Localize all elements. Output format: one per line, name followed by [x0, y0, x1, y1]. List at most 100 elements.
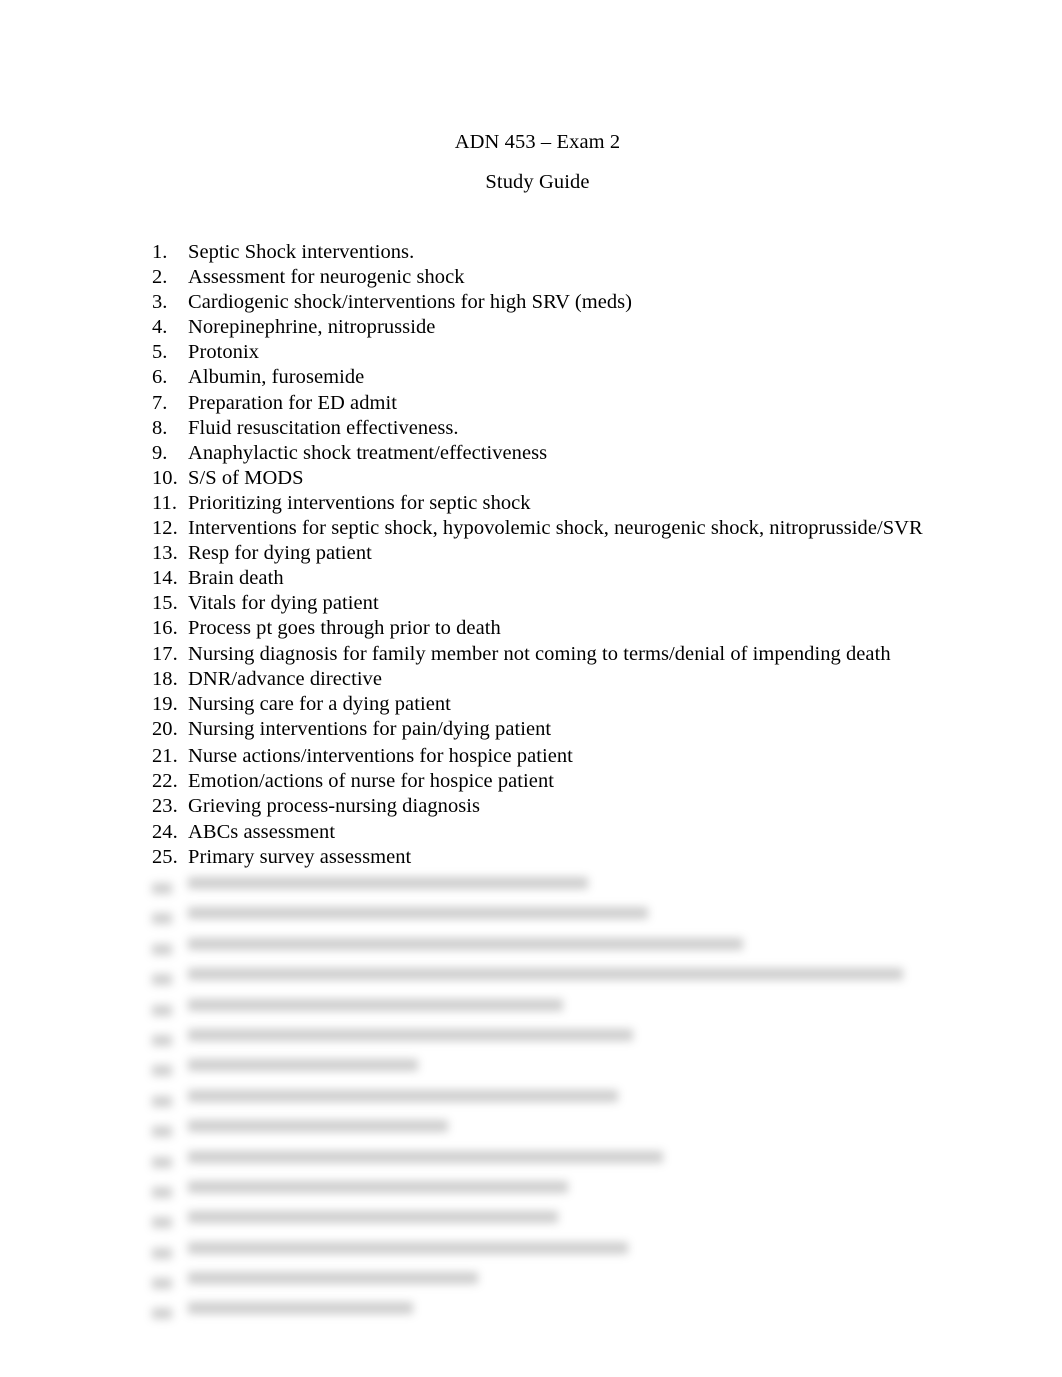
list-item-label: Nursing care for a dying patient	[188, 692, 451, 715]
list-item: 19. Nursing care for a dying patient	[152, 692, 952, 717]
list-item-label: ABCs assessment	[188, 820, 336, 843]
list-item-number: 9.	[152, 441, 168, 464]
list-item-number: 11.	[152, 491, 178, 514]
list-item-number: 16.	[152, 617, 178, 640]
obscured-list-item	[152, 1120, 982, 1145]
list-item-number: 4.	[152, 316, 168, 339]
obscured-list-item-number	[152, 1308, 172, 1320]
obscured-list-item-label	[188, 907, 648, 920]
list-item: 2. Assessment for neurogenic shock	[152, 265, 952, 290]
obscured-list-item	[152, 1272, 982, 1297]
study-guide-list: 1. Septic Shock interventions. 2. Assessmen…	[152, 240, 952, 870]
list-item-label: Primary survey assessment	[188, 845, 412, 868]
list-item: 1. Septic Shock interventions.	[152, 240, 952, 265]
list-item-label: Emotion/actions of nurse for hospice pat…	[188, 770, 554, 793]
obscured-list-item	[152, 998, 982, 1024]
list-item-number: 10.	[152, 466, 178, 489]
obscured-list-item-number	[152, 974, 172, 986]
list-item-number: 23.	[152, 795, 178, 818]
obscured-list-item-number	[152, 1247, 172, 1259]
obscured-list-item-label	[188, 1272, 478, 1285]
obscured-list-item-label	[188, 1211, 558, 1224]
obscured-list-item-label	[188, 1059, 418, 1072]
obscured-list-item-number	[152, 1004, 172, 1016]
obscured-list-item-label	[188, 998, 563, 1011]
list-item: 5. Protonix	[152, 340, 952, 365]
list-item: 9. Anaphylactic shock treatment/effective…	[152, 441, 952, 466]
list-item-number: 21.	[152, 745, 178, 768]
obscured-list-item-label	[188, 1120, 448, 1133]
document-heading: ADN 453 – Exam 2 Study Guide	[0, 122, 1062, 202]
list-item-number: 5.	[152, 341, 168, 364]
list-item: 22. Emotion/actions of nurse for hospice …	[152, 769, 952, 794]
page-subtitle: Study Guide	[485, 171, 590, 193]
list-item-label: Vitals for dying patient	[188, 592, 379, 615]
obscured-list-item-number	[152, 1034, 172, 1046]
list-item-label: Assessment for neurogenic shock	[188, 266, 465, 289]
list-item: 10. S/S of MODS	[152, 466, 952, 491]
list-item-label: Albumin, furosemide	[188, 366, 365, 389]
list-item-label: Anaphylactic shock treatment/effectivene…	[188, 441, 548, 464]
list-item-number: 13.	[152, 542, 178, 565]
list-item-label: Cardiogenic shock/interventions for high…	[188, 291, 633, 314]
list-item-number: 2.	[152, 266, 168, 289]
list-item-label: Grieving process-nursing diagnosis	[188, 795, 481, 818]
list-item: 8. Fluid resuscitation effectiveness.	[152, 416, 952, 441]
obscured-list-item-label	[188, 1302, 413, 1315]
list-item: 4. Norepinephrine, nitroprusside	[152, 315, 952, 340]
obscured-list-item	[152, 877, 982, 902]
list-item: 12. Interventions for septic shock, hypov…	[152, 516, 952, 541]
list-item-label: Nursing interventions for pain/dying pat…	[188, 717, 552, 740]
obscured-list-item	[152, 1150, 982, 1176]
list-item-label: DNR/advance directive	[188, 667, 383, 690]
list-item-label: Protonix	[188, 341, 260, 364]
obscured-list-item-number	[152, 1156, 172, 1168]
obscured-list-item-label	[188, 1028, 633, 1041]
obscured-list-item	[152, 937, 982, 963]
obscured-list-item-number	[152, 1095, 172, 1107]
list-item-number: 7.	[152, 391, 168, 414]
obscured-list-item-label	[188, 1089, 618, 1102]
list-item-label: Nursing diagnosis for family member not …	[188, 642, 891, 665]
list-item: 21. Nurse actions/interventions for hospi…	[152, 744, 952, 769]
list-item-label: Septic Shock interventions.	[188, 241, 415, 263]
list-item: 15. Vitals for dying patient	[152, 591, 952, 616]
list-item-label: Resp for dying patient	[188, 542, 372, 565]
list-item-number: 17.	[152, 642, 178, 665]
obscured-preview-region	[152, 872, 982, 1328]
obscured-list-item	[152, 1241, 982, 1267]
obscured-list-item	[152, 907, 982, 932]
list-item-number: 8.	[152, 416, 168, 439]
document-page: ADN 453 – Exam 2 Study Guide 1. Septic Sh…	[0, 0, 1062, 1377]
list-item-number: 19.	[152, 692, 178, 715]
obscured-list-item	[152, 1302, 982, 1327]
obscured-list-item-number	[152, 1186, 172, 1198]
list-item-label: Fluid resuscitation effectiveness.	[188, 416, 459, 439]
obscured-list-item	[152, 968, 982, 993]
obscured-list-item-number	[152, 913, 172, 925]
obscured-list-item	[152, 1059, 982, 1084]
list-item-label: Interventions for septic shock, hypovole…	[188, 517, 923, 540]
obscured-list-item-label	[188, 1150, 663, 1163]
list-item-label: Preparation for ED admit	[188, 391, 397, 414]
obscured-list-item-label	[188, 1180, 568, 1193]
list-item-number: 18.	[152, 667, 178, 690]
obscured-list-item	[152, 1089, 982, 1115]
list-item: 3. Cardiogenic shock/interventions for hi…	[152, 290, 952, 315]
obscured-list-item	[152, 1180, 982, 1206]
list-item: 11. Prioritizing interventions for septic…	[152, 491, 952, 516]
obscured-list-item	[152, 1211, 982, 1236]
list-item-number: 14.	[152, 567, 178, 590]
obscured-list-item-label	[188, 877, 588, 889]
obscured-list-item-number	[152, 1278, 172, 1290]
list-item-number: 22.	[152, 770, 178, 793]
list-item: 18. DNR/advance directive	[152, 667, 952, 692]
list-item: 25. Primary survey assessment	[152, 845, 952, 870]
list-item: 6. Albumin, furosemide	[152, 365, 952, 390]
list-item: 23. Grieving process-nursing diagnosis	[152, 794, 952, 819]
list-item: 13. Resp for dying patient	[152, 541, 952, 566]
list-item: 14. Brain death	[152, 566, 952, 591]
obscured-list-item-number	[152, 1217, 172, 1229]
list-item-label: Brain death	[188, 567, 284, 590]
list-item-label: Nurse actions/interventions for hospice …	[188, 745, 573, 768]
